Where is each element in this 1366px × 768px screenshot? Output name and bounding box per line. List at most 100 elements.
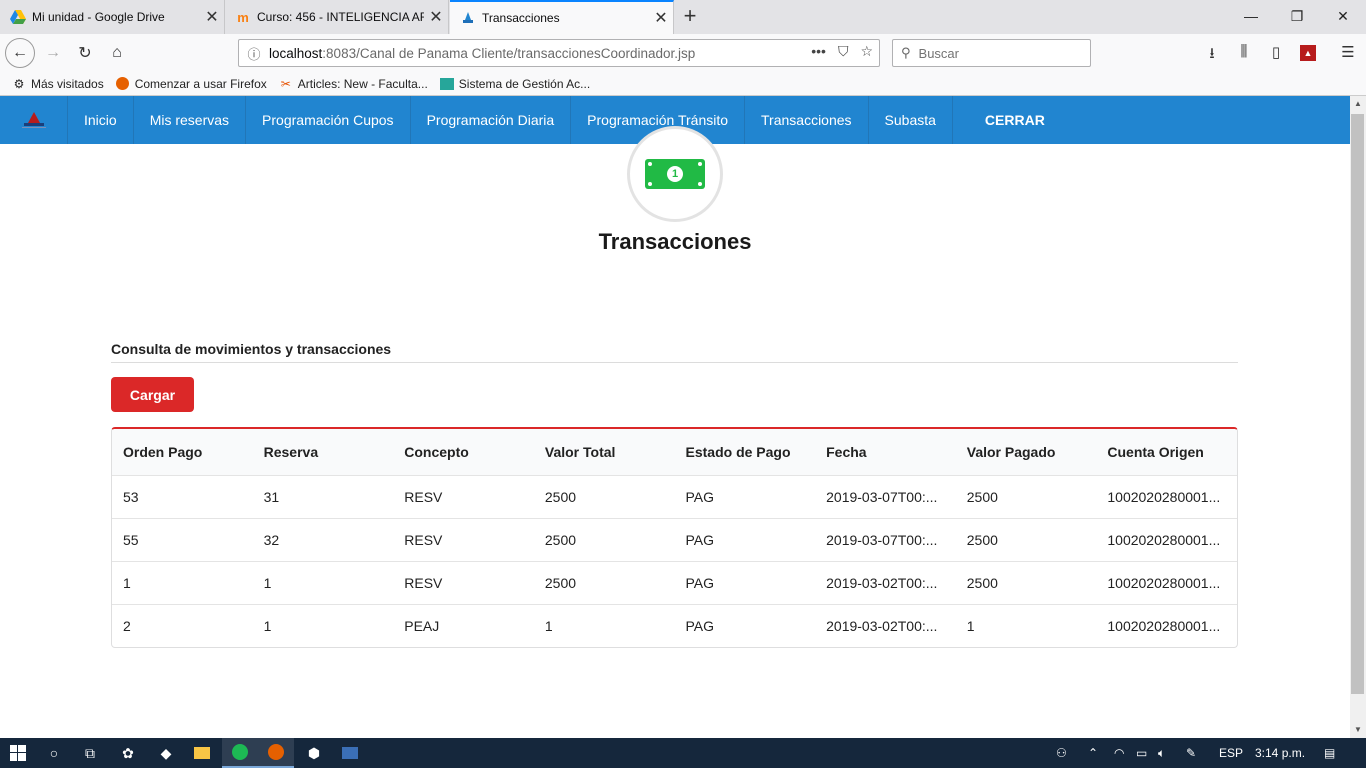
windows-start-icon[interactable]	[0, 738, 36, 768]
notifications-icon[interactable]: ▤	[1324, 738, 1335, 768]
close-tab-icon[interactable]: ✕	[649, 8, 673, 28]
firefox-taskbar-icon[interactable]	[258, 738, 294, 768]
table-row[interactable]: 55 32 RESV 2500 PAG 2019-03-07T00:... 25…	[112, 518, 1237, 561]
nav-mis-reservas[interactable]: Mis reservas	[134, 96, 247, 144]
bookmark-label: Más visitados	[31, 76, 104, 91]
nav-programacion-cupos[interactable]: Programación Cupos	[246, 96, 411, 144]
nav-cerrar[interactable]: CERRAR	[953, 96, 1061, 144]
url-bar[interactable]: ⓘ localhost:8083/Canal de Panama Cliente…	[238, 39, 880, 67]
column-header[interactable]: Fecha	[815, 444, 956, 460]
page-viewport: Inicio Mis reservas Programación Cupos P…	[0, 96, 1350, 738]
column-header[interactable]: Estado de Pago	[675, 444, 816, 460]
close-tab-icon[interactable]: ✕	[200, 7, 224, 27]
extension-icon[interactable]: ▲	[1298, 43, 1318, 63]
column-header[interactable]: Cuenta Origen	[1096, 444, 1237, 460]
back-button[interactable]: ←	[5, 38, 35, 68]
canal-icon	[460, 10, 476, 26]
firefox-icon	[116, 77, 130, 91]
restore-button[interactable]: ❐	[1274, 0, 1320, 34]
gear-icon: ⚙	[13, 76, 25, 91]
tab-transacciones[interactable]: Transacciones ✕	[450, 0, 674, 34]
bookmark-mas-visitados[interactable]: ⚙ Más visitados	[12, 77, 104, 91]
windows-taskbar: ○ ⧉ ✿ ◆ ⬢ ⚇ ⌃ ◠ ▭ 🔈︎ ✎ ESP 3:14 p.m. ▤	[0, 738, 1366, 768]
menu-icon[interactable]: ☰	[1338, 43, 1358, 63]
bookmark-star-icon[interactable]: ☆	[860, 43, 873, 60]
scroll-up-icon[interactable]: ▲	[1350, 96, 1366, 112]
sidebar-icon[interactable]: ▯	[1266, 43, 1286, 63]
search-input[interactable]: ⚲ Buscar	[892, 39, 1091, 67]
section-title: Consulta de movimientos y transacciones	[111, 341, 1238, 363]
bookmark-articles[interactable]: ✂ Articles: New - Faculta...	[279, 77, 428, 91]
battery-icon[interactable]: ▭	[1136, 738, 1147, 768]
app-icon[interactable]: ✿	[110, 738, 146, 768]
reload-button[interactable]: ↻	[70, 38, 100, 68]
table-cell: 1002020280001...	[1107, 532, 1221, 548]
url-path: :8083/Canal de Panama Cliente/transaccio…	[322, 45, 696, 61]
search-icon: ⚲	[901, 45, 911, 60]
language-indicator[interactable]: ESP	[1219, 738, 1243, 768]
scroll-down-icon[interactable]: ▼	[1350, 722, 1366, 738]
search-circle-icon[interactable]: ○	[36, 738, 72, 768]
table-header-row: Orden Pago Reserva Concepto Valor Total …	[112, 429, 1237, 475]
nav-inicio[interactable]: Inicio	[68, 96, 134, 144]
chevron-up-icon[interactable]: ⌃	[1088, 738, 1098, 768]
close-window-button[interactable]: ✕	[1320, 0, 1366, 34]
volume-icon[interactable]: 🔈︎	[1158, 738, 1165, 768]
bookmark-label: Comenzar a usar Firefox	[134, 76, 267, 91]
bookmark-label: Sistema de Gestión Ac...	[458, 76, 591, 91]
bill-coin: 1	[667, 166, 683, 182]
load-button[interactable]: Cargar	[111, 377, 194, 412]
bookmark-firefox[interactable]: Comenzar a usar Firefox	[116, 77, 267, 91]
table-cell: 2500	[544, 575, 577, 591]
canal-logo-icon[interactable]	[0, 96, 68, 144]
pocket-icon[interactable]: ⛉	[838, 43, 849, 60]
clock[interactable]: 3:14 p.m.	[1255, 738, 1305, 768]
bookmark-sistema[interactable]: Sistema de Gestión Ac...	[439, 76, 591, 91]
cube-app-icon[interactable]: ⬢	[296, 738, 332, 768]
home-button[interactable]: ⌂	[102, 38, 132, 68]
bookmark-label: Articles: New - Faculta...	[297, 76, 428, 91]
wifi-icon[interactable]: ◠	[1114, 738, 1124, 768]
arrow-right-icon: →	[45, 44, 61, 61]
scrollbar-thumb[interactable]	[1351, 114, 1364, 694]
column-header[interactable]: Concepto	[393, 444, 534, 460]
table-cell: 2500	[966, 489, 998, 505]
nav-programacion-diaria[interactable]: Programación Diaria	[411, 96, 572, 144]
sql-app-icon[interactable]	[332, 738, 368, 768]
table-cell: PEAJ	[404, 618, 440, 634]
git-icon[interactable]: ◆	[148, 738, 184, 768]
pen-icon[interactable]: ✎	[1186, 738, 1196, 768]
column-header[interactable]: Reserva	[253, 444, 394, 460]
forward-button[interactable]: →	[38, 38, 68, 68]
url-host: localhost	[269, 45, 323, 61]
table-row[interactable]: 2 1 PEAJ 1 PAG 2019-03-02T00:... 1 10020…	[112, 604, 1237, 647]
people-icon[interactable]: ⚇	[1056, 738, 1067, 768]
table-cell: 53	[123, 489, 139, 505]
spotify-icon[interactable]	[222, 738, 258, 768]
column-header[interactable]: Valor Total	[534, 444, 675, 460]
info-icon[interactable]: ⓘ	[239, 44, 269, 63]
page-scrollbar[interactable]: ▲ ▼	[1350, 96, 1366, 738]
column-header[interactable]: Orden Pago	[112, 444, 253, 460]
table-cell: RESV	[404, 575, 443, 591]
page-actions-icon[interactable]: •••	[811, 43, 826, 60]
table-row[interactable]: 1 1 RESV 2500 PAG 2019-03-02T00:... 2500…	[112, 561, 1237, 604]
task-view-icon[interactable]: ⧉	[72, 738, 108, 768]
header-icon-circle: 1	[627, 126, 723, 222]
table-cell: 2019-03-07T00:...	[826, 532, 938, 548]
tab-curso[interactable]: m Curso: 456 - INTELIGENCIA ART ✕	[225, 0, 449, 34]
home-icon: ⌂	[112, 44, 122, 61]
column-header[interactable]: Valor Pagado	[956, 444, 1097, 460]
table-row[interactable]: 53 31 RESV 2500 PAG 2019-03-07T00:... 25…	[112, 475, 1237, 518]
new-tab-button[interactable]: +	[676, 4, 704, 30]
download-icon[interactable]: ⭳	[1202, 43, 1222, 63]
table-cell: RESV	[404, 489, 443, 505]
file-explorer-icon[interactable]	[184, 738, 220, 768]
minimize-button[interactable]: —	[1228, 0, 1274, 34]
nav-transacciones[interactable]: Transacciones	[745, 96, 869, 144]
nav-subasta[interactable]: Subasta	[869, 96, 953, 144]
library-icon[interactable]: ⫼	[1234, 43, 1254, 63]
tab-google-drive[interactable]: Mi unidad - Google Drive ✕	[0, 0, 225, 34]
tab-title: Curso: 456 - INTELIGENCIA ART	[257, 10, 424, 24]
close-tab-icon[interactable]: ✕	[424, 7, 448, 27]
